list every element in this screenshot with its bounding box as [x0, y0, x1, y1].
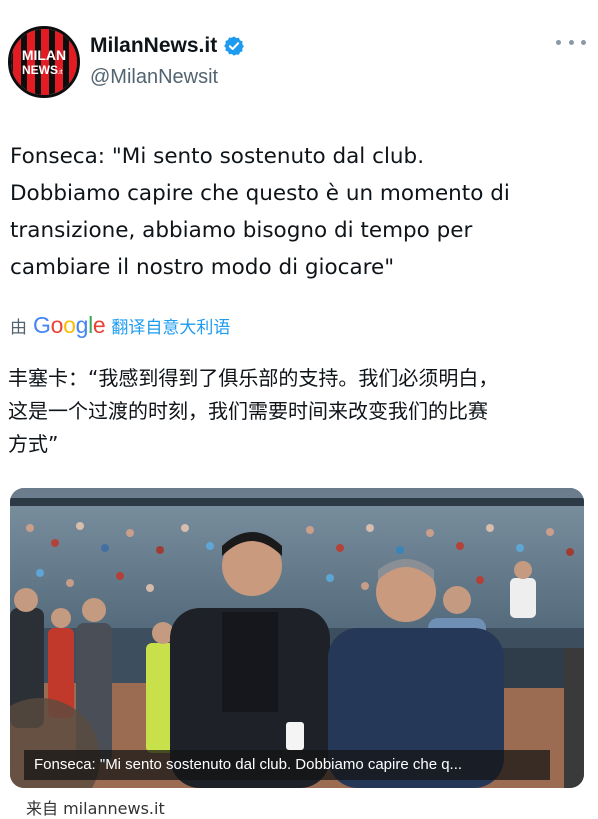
tweet-text-line: transizione, abbiamo bisogno di tempo pe… [10, 218, 473, 243]
google-letter: g [75, 312, 89, 338]
avatar[interactable]: MILAN NEWS .it [8, 26, 80, 98]
avatar-logo-suffix: .it [57, 69, 63, 76]
avatar-logo-line2: NEWS [22, 63, 58, 77]
avatar-logo-line1: MILAN [22, 47, 66, 63]
display-name[interactable]: MilanNews.it [90, 34, 217, 58]
tweet-text-line: Fonseca: "Mi sento sostenuto dal club. [10, 144, 425, 169]
user-handle[interactable]: @MilanNewsit [90, 66, 218, 89]
display-name-row: MilanNews.it [90, 34, 245, 58]
media-caption: Fonseca: "Mi sento sostenuto dal club. D… [24, 750, 550, 780]
google-letter: G [33, 312, 51, 338]
tweet-media-image[interactable]: Fonseca: "Mi sento sostenuto dal club. D… [10, 488, 584, 788]
verified-badge-icon [223, 35, 245, 57]
translated-text-line: 方式” [8, 432, 59, 456]
source-label: 来自 milannews.it [26, 799, 165, 818]
translated-text-line: 这是一个过渡的时刻，我们需要时间来改变我们的比赛 [8, 399, 488, 423]
translation-attribution: 由 Google 翻译自意大利语 [10, 312, 230, 339]
tweet-text-line: cambiare il nostro modo di giocare" [10, 255, 395, 280]
stadium-photo [10, 488, 584, 788]
google-letter: e [92, 312, 106, 338]
translated-text: 丰塞卡：“我感到得到了俱乐部的支持。我们必须明白， 这是一个过渡的时刻，我们需要… [8, 362, 590, 461]
tweet-text-line: Dobbiamo capire che questo è un momento … [10, 181, 510, 206]
translated-by-label: 由 [10, 318, 27, 338]
tweet-screenshot: MILAN NEWS .it MilanNews.it @MilanNewsit… [0, 0, 598, 819]
translated-text-line: 丰塞卡：“我感到得到了俱乐部的支持。我们必须明白， [8, 366, 499, 390]
translated-from-link[interactable]: 翻译自意大利语 [111, 313, 230, 338]
google-letter: o [63, 312, 76, 338]
tweet-text: Fonseca: "Mi sento sostenuto dal club. D… [10, 138, 590, 286]
google-letter: o [50, 312, 64, 338]
google-logo: Google [33, 312, 106, 339]
more-options-icon[interactable] [556, 34, 586, 50]
